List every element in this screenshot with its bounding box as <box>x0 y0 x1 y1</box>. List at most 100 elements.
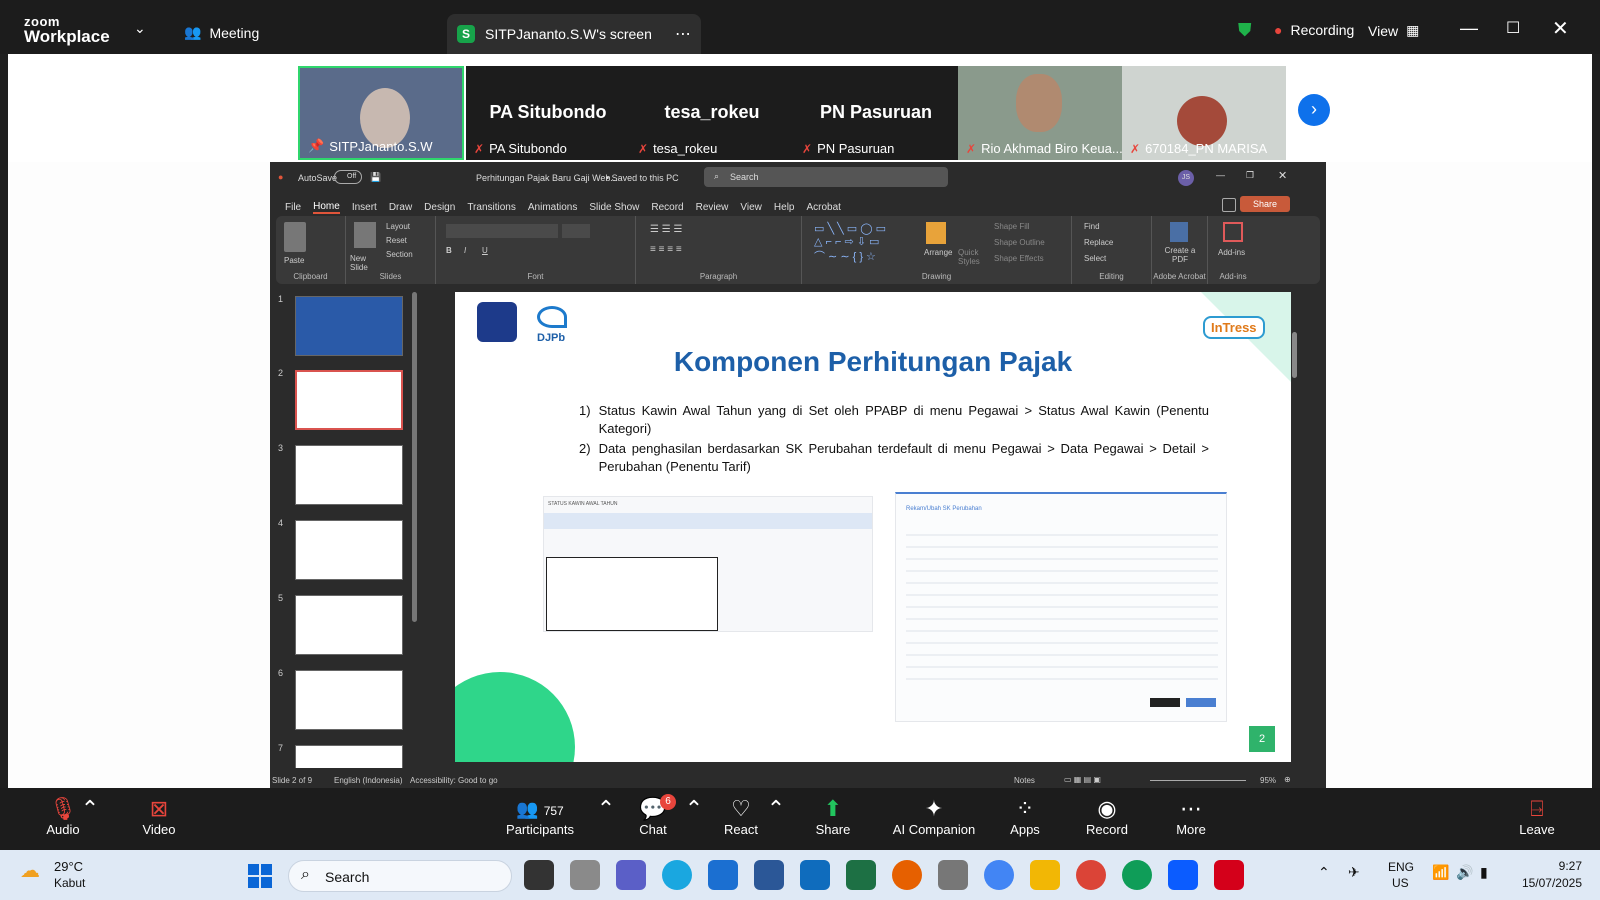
ribbon-tab-design[interactable]: Design <box>424 202 455 213</box>
arrange-icon[interactable] <box>926 222 946 244</box>
video-button[interactable]: ⊠ Video <box>114 796 204 837</box>
shape-effects-button[interactable]: Shape Effects <box>994 254 1044 263</box>
slide-thumbnail[interactable] <box>295 296 403 356</box>
arrange-button[interactable]: Arrange <box>924 248 952 257</box>
word-icon[interactable] <box>754 860 784 890</box>
new-slide-button[interactable]: New Slide <box>350 254 384 272</box>
bold-icon[interactable]: B <box>446 246 452 255</box>
shape-fill-button[interactable]: Shape Fill <box>994 222 1030 231</box>
ribbon-tab-acrobat[interactable]: Acrobat <box>806 202 840 213</box>
view-button[interactable]: View ▦ <box>1368 22 1419 39</box>
meeting-button[interactable]: 👥 Meeting <box>184 24 259 41</box>
comments-icon[interactable] <box>1222 198 1236 212</box>
fit-slide-icon[interactable]: ⊕ <box>1284 775 1291 784</box>
chrome-icon[interactable] <box>984 860 1014 890</box>
firefox-icon[interactable] <box>892 860 922 890</box>
leave-button[interactable]: ⍈ Leave <box>1492 796 1582 837</box>
zoom-taskbar-icon[interactable] <box>1168 860 1198 890</box>
current-slide[interactable]: DJPb InTress Komponen Perhitungan Pajak … <box>455 292 1291 762</box>
create-pdf-icon[interactable] <box>1170 222 1188 242</box>
document-title[interactable]: Perhitungan Pajak Baru Gaji Web... <box>476 173 618 183</box>
section-button[interactable]: Section <box>386 250 413 259</box>
reset-button[interactable]: Reset <box>386 236 407 245</box>
ribbon-tab-help[interactable]: Help <box>774 202 795 213</box>
view-modes-icon[interactable]: ▭ ▦ ▤ ▣ <box>1064 775 1101 784</box>
next-page-icon[interactable]: › <box>1298 94 1330 126</box>
slide-thumbnail[interactable] <box>295 595 403 655</box>
slide-thumbnail[interactable] <box>295 520 403 580</box>
ai-companion-button[interactable]: ✦ AI Companion <box>884 796 984 837</box>
teams-icon[interactable] <box>616 860 646 890</box>
ribbon-tab-view[interactable]: View <box>740 202 762 213</box>
react-chevron-icon[interactable]: ⌃ <box>766 796 786 822</box>
zoom-slider[interactable] <box>1150 780 1246 781</box>
tray-chevron-icon[interactable]: ⌃ <box>1318 864 1330 881</box>
thumbnail-scrollbar[interactable] <box>412 292 417 622</box>
paste-button[interactable]: Paste <box>284 256 304 265</box>
store-icon[interactable] <box>708 860 738 890</box>
ppt-close-icon[interactable]: ✕ <box>1278 169 1287 182</box>
create-pdf-button[interactable]: Create a PDF <box>1162 246 1198 264</box>
record-button[interactable]: ◉ Record <box>1062 796 1152 837</box>
zoom-level[interactable]: 95% <box>1260 776 1276 785</box>
battery-icon[interactable]: ▮ <box>1480 864 1488 881</box>
volume-icon[interactable]: 🔊 <box>1456 864 1473 881</box>
select-button[interactable]: Select <box>1084 254 1106 263</box>
replace-button[interactable]: Replace <box>1084 238 1113 247</box>
more-button[interactable]: ⋯ More <box>1146 796 1236 837</box>
security-shield-icon[interactable]: ⛊ <box>1238 20 1252 41</box>
task-view-icon[interactable] <box>524 860 554 890</box>
share-button[interactable]: Share <box>1240 196 1290 212</box>
layout-button[interactable]: Layout <box>386 222 410 231</box>
participant-tile[interactable]: ✗ 670184_PN MARISA <box>1122 66 1286 160</box>
participant-tile[interactable]: 📌 SITPJananto.S.W <box>298 66 464 160</box>
calculator-icon[interactable] <box>938 860 968 890</box>
bullets-icon[interactable]: ☰ ☰ ☰ <box>650 224 682 235</box>
ppt-restore-icon[interactable]: ❐ <box>1246 170 1254 181</box>
weather-icon[interactable]: ☁ <box>20 858 40 883</box>
font-name-box[interactable] <box>446 224 558 238</box>
ribbon-tab-home[interactable]: Home <box>313 201 340 214</box>
logo-dropdown-icon[interactable]: ⌄ <box>134 20 146 37</box>
wifi-icon[interactable]: 📶 <box>1432 864 1449 881</box>
close-icon[interactable]: ✕ <box>1552 16 1569 41</box>
notes-button[interactable]: Notes <box>1014 776 1035 785</box>
chrome-profile-icon[interactable] <box>1122 860 1152 890</box>
slide-thumbnail[interactable] <box>295 745 403 768</box>
more-options-icon[interactable]: ⋯ <box>675 24 691 44</box>
quick-styles-button[interactable]: Quick Styles <box>958 248 982 266</box>
share-screen-button[interactable]: ⬆ Share <box>788 796 878 837</box>
italic-icon[interactable]: I <box>464 246 466 255</box>
temperature[interactable]: 29°C <box>54 859 83 874</box>
file-explorer-icon[interactable] <box>1030 860 1060 890</box>
save-icon[interactable]: 💾 <box>370 172 381 183</box>
clock-date[interactable]: 15/07/2025 <box>1500 876 1582 890</box>
acrobat-icon[interactable] <box>1214 860 1244 890</box>
ribbon-tab-insert[interactable]: Insert <box>352 202 377 213</box>
ribbon-tab-transitions[interactable]: Transitions <box>467 202 516 213</box>
chrome-profile-icon[interactable] <box>1076 860 1106 890</box>
windows-start-icon[interactable] <box>248 864 272 888</box>
edge-icon[interactable] <box>662 860 692 890</box>
screen-share-tab[interactable]: S SITPJananto.S.W's screen ⋯ <box>447 14 701 54</box>
participant-tile[interactable]: PA Situbondo ✗ PA Situbondo <box>466 66 630 160</box>
addins-icon[interactable] <box>1223 222 1243 242</box>
font-size-box[interactable] <box>562 224 590 238</box>
excel-icon[interactable] <box>846 860 876 890</box>
addins-button[interactable]: Add-ins <box>1218 248 1245 257</box>
outlook-icon[interactable] <box>800 860 830 890</box>
accessibility-status[interactable]: Accessibility: Good to go <box>410 776 498 785</box>
clock-time[interactable]: 9:27 <box>1516 859 1582 873</box>
autosave-toggle[interactable]: Off <box>334 170 362 184</box>
weather-condition[interactable]: Kabut <box>54 876 85 890</box>
participant-tile[interactable]: tesa_rokeu ✗ tesa_rokeu <box>630 66 794 160</box>
ribbon-tab-file[interactable]: File <box>285 202 301 213</box>
ribbon-tab-draw[interactable]: Draw <box>389 202 412 213</box>
keyboard-region[interactable]: US <box>1392 876 1409 890</box>
participant-tile[interactable]: ✗ Rio Akhmad Biro Keua... <box>958 66 1122 160</box>
language-status[interactable]: English (Indonesia) <box>334 776 402 785</box>
slide-thumbnail[interactable] <box>295 670 403 730</box>
slide-scrollbar[interactable] <box>1292 332 1297 378</box>
audio-options-chevron-icon[interactable]: ⌃ <box>80 796 100 822</box>
align-icon[interactable]: ≡ ≡ ≡ ≡ <box>650 244 682 255</box>
